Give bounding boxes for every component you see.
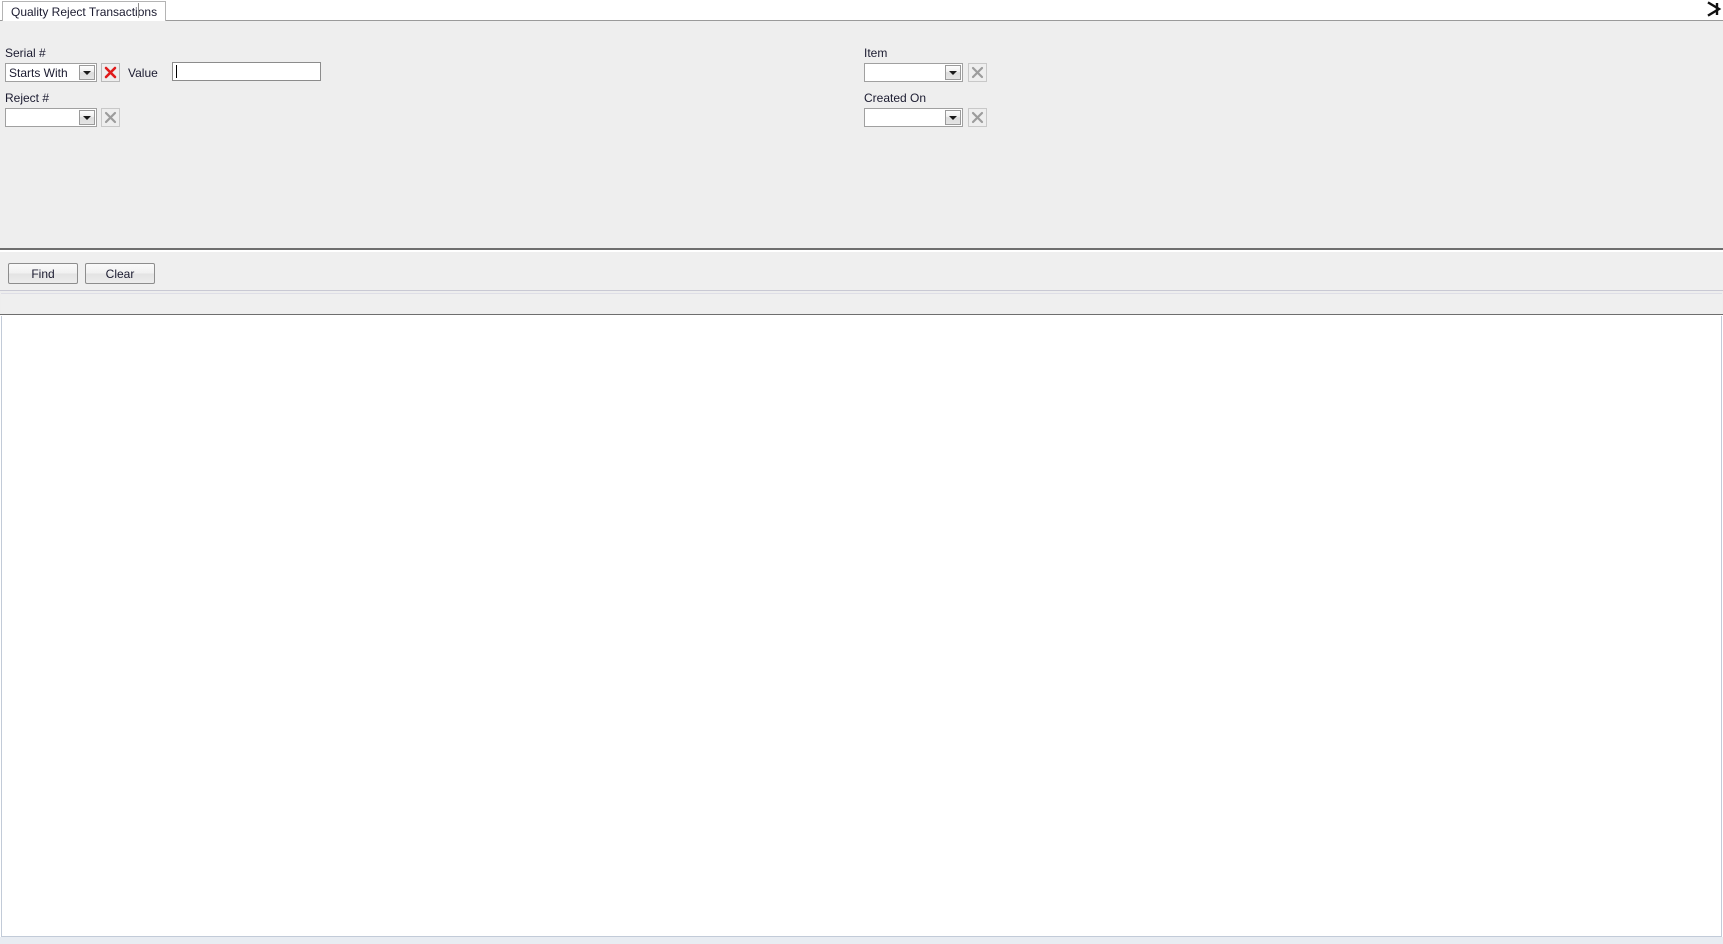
serial-label: Serial # (5, 46, 46, 60)
serial-operator-value: Starts With (9, 66, 68, 80)
item-clear-button[interactable] (968, 63, 987, 82)
results-grid-header (0, 290, 1723, 315)
chevron-down-glyph (83, 115, 91, 120)
reject-label: Reject # (5, 91, 50, 105)
tab-strip: Quality Reject Transactions (0, 0, 1723, 21)
created-on-label: Created On (864, 91, 927, 105)
reject-clear-button[interactable] (101, 108, 120, 127)
serial-operator-dropdown[interactable]: Starts With (5, 63, 97, 82)
item-dropdown[interactable] (864, 63, 963, 82)
grey-x-icon (104, 111, 117, 124)
tab-quality-reject-transactions[interactable]: Quality Reject Transactions (2, 1, 167, 21)
chevron-down-glyph (83, 70, 91, 75)
item-label: Item (864, 46, 888, 60)
results-grid[interactable] (1, 316, 1722, 937)
results-grid-bottom-strip (0, 937, 1723, 944)
grey-x-icon (971, 66, 984, 79)
filter-panel: Serial # Starts With Value Reject # Item (0, 21, 1723, 250)
chevron-down-icon[interactable] (79, 65, 95, 80)
reject-operator-value (6, 109, 79, 126)
serial-value-input[interactable] (172, 62, 321, 81)
clear-button[interactable]: Clear (85, 263, 155, 284)
created-on-value (865, 109, 945, 126)
created-on-clear-button[interactable] (968, 108, 987, 127)
item-value (865, 64, 945, 81)
tab-divider (138, 3, 139, 18)
close-x-icon[interactable] (1705, 0, 1723, 18)
serial-value-label: Value (128, 66, 158, 80)
created-on-dropdown[interactable] (864, 108, 963, 127)
chevron-down-glyph (949, 115, 957, 120)
serial-clear-button[interactable] (101, 63, 120, 82)
reject-operator-dropdown[interactable] (5, 108, 97, 127)
grey-x-icon (971, 111, 984, 124)
chevron-down-icon[interactable] (945, 65, 961, 80)
find-button[interactable]: Find (8, 263, 78, 284)
chevron-down-icon[interactable] (79, 110, 95, 125)
chevron-down-glyph (949, 70, 957, 75)
chevron-down-icon[interactable] (945, 110, 961, 125)
tab-label: Quality Reject Transactions (11, 5, 158, 19)
results-grid-header-inner (1, 293, 1722, 313)
action-button-bar: Find Clear (0, 252, 1723, 290)
text-caret (176, 65, 177, 78)
red-x-icon (104, 66, 117, 79)
